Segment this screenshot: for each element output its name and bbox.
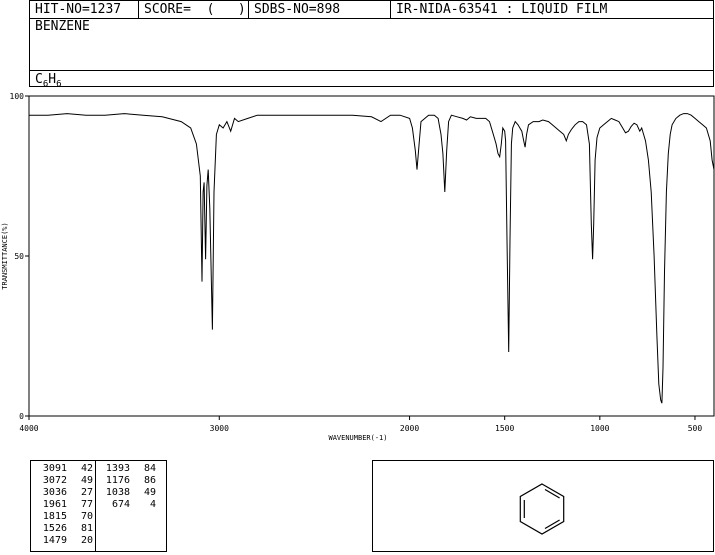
peak-column-2: 1393 84 1176 86 1038 49 674 4 bbox=[100, 463, 156, 511]
sdbs-number: SDBS-NO=898 bbox=[249, 1, 391, 18]
formula-row: C6H6 bbox=[30, 70, 713, 90]
header-box: HIT-NO=1237 SCORE= ( ) SDBS-NO=898 IR-NI… bbox=[29, 0, 714, 90]
peak-wavenumber: 1038 bbox=[105, 487, 130, 498]
x-tick-label: 2000 bbox=[400, 424, 419, 433]
peak-transmittance: 20 bbox=[80, 535, 93, 546]
header-row: HIT-NO=1237 SCORE= ( ) SDBS-NO=898 IR-NI… bbox=[30, 1, 713, 19]
y-axis-label: TRANSMITTANCE(%) bbox=[1, 222, 9, 289]
x-tick-label: 3000 bbox=[210, 424, 229, 433]
peak-transmittance: 70 bbox=[80, 511, 93, 522]
peak-transmittance: 84 bbox=[143, 463, 156, 474]
y-axis: 0 50 100 bbox=[10, 92, 29, 421]
ir-spectrum-chart: 0 50 100 4000 3000 2000 1500 1000 500 TRANSMITT… bbox=[1, 92, 715, 442]
peak-wavenumber: 3036 bbox=[42, 487, 67, 498]
peak-row: 1038 49 bbox=[100, 487, 156, 499]
score: SCORE= ( ) bbox=[139, 1, 249, 18]
peak-row: 1176 86 bbox=[100, 475, 156, 487]
y-tick-label: 0 bbox=[19, 412, 24, 421]
peak-transmittance: 77 bbox=[80, 499, 93, 510]
hit-number: HIT-NO=1237 bbox=[30, 1, 139, 18]
y-tick-label: 100 bbox=[10, 92, 25, 101]
peak-row: 3072 49 bbox=[37, 475, 93, 487]
peak-wavenumber: 1479 bbox=[42, 535, 67, 546]
peak-table: 3091 42 3072 49 3036 27 1961 77 1815 70 1526 81 1479… bbox=[30, 460, 167, 552]
peak-transmittance: 27 bbox=[80, 487, 93, 498]
peak-wavenumber: 3072 bbox=[42, 475, 67, 486]
peak-transmittance: 86 bbox=[143, 475, 156, 486]
peak-wavenumber: 1176 bbox=[105, 475, 130, 486]
peak-transmittance: 49 bbox=[143, 487, 156, 498]
x-tick-label: 1000 bbox=[590, 424, 609, 433]
x-tick-label: 500 bbox=[688, 424, 703, 433]
peak-row: 1526 81 bbox=[37, 523, 93, 535]
peak-wavenumber: 3091 bbox=[42, 463, 67, 474]
peak-row: 674 4 bbox=[100, 499, 156, 511]
benzene-ring-icon bbox=[519, 483, 565, 535]
peak-transmittance: 81 bbox=[80, 523, 93, 534]
peak-row: 1479 20 bbox=[37, 535, 93, 547]
x-tick-label: 1500 bbox=[495, 424, 514, 433]
peak-row: 1393 84 bbox=[100, 463, 156, 475]
compound-name: BENZENE bbox=[35, 19, 90, 34]
peak-wavenumber: 674 bbox=[111, 499, 130, 510]
plot-frame bbox=[28, 95, 715, 417]
peak-column-1: 3091 42 3072 49 3036 27 1961 77 1815 70 1526 81 1479… bbox=[37, 463, 93, 547]
ir-info: IR-NIDA-63541 : LIQUID FILM bbox=[396, 2, 608, 17]
peak-column-divider bbox=[95, 461, 96, 551]
peak-row: 3036 27 bbox=[37, 487, 93, 499]
peak-wavenumber: 1393 bbox=[105, 463, 130, 474]
x-axis-label: WAVENUMBER(-1) bbox=[328, 434, 387, 442]
peak-row: 3091 42 bbox=[37, 463, 93, 475]
spectrum-series-line bbox=[29, 113, 715, 404]
peak-row: 1815 70 bbox=[37, 511, 93, 523]
peak-transmittance: 4 bbox=[149, 499, 156, 510]
x-tick-label: 4000 bbox=[19, 424, 38, 433]
peak-transmittance: 49 bbox=[80, 475, 93, 486]
molecular-formula: C6H6 bbox=[35, 72, 62, 90]
peak-wavenumber: 1815 bbox=[42, 511, 67, 522]
structure-box bbox=[372, 460, 714, 552]
peak-wavenumber: 1961 bbox=[42, 499, 67, 510]
peak-transmittance: 42 bbox=[80, 463, 93, 474]
peak-wavenumber: 1526 bbox=[42, 523, 67, 534]
x-axis: 4000 3000 2000 1500 1000 500 bbox=[19, 416, 702, 433]
peak-row: 1961 77 bbox=[37, 499, 93, 511]
y-tick-label: 50 bbox=[14, 252, 24, 261]
